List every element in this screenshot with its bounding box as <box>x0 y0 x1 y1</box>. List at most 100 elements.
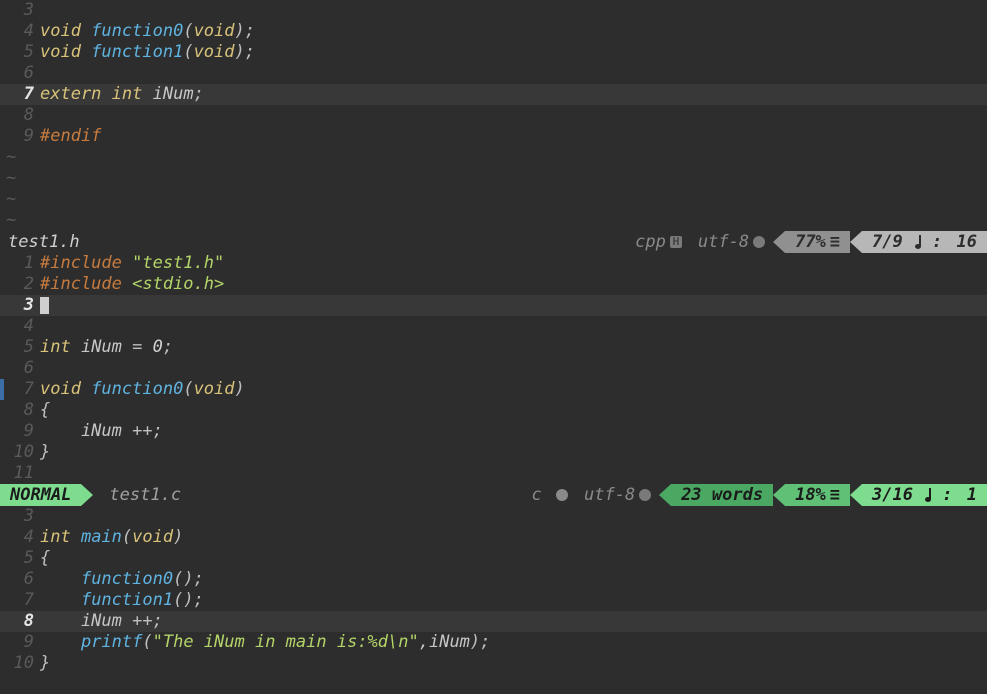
code-token: ++; <box>132 611 163 631</box>
code-line[interactable]: 7extern int iNum; <box>0 84 987 105</box>
code-content[interactable]: #include <stdio.h> <box>40 274 987 295</box>
code-line[interactable]: 8{ <box>0 400 987 421</box>
code-line[interactable]: 2#include <stdio.h> <box>0 274 987 295</box>
code-token: ( <box>183 379 193 399</box>
editor-pane-header[interactable]: 34void function0(void);5void function1(v… <box>0 0 987 147</box>
line-number: 6 <box>0 358 40 379</box>
code-line[interactable]: 8 iNum ++; <box>0 611 987 632</box>
code-token <box>40 569 81 589</box>
code-token: { <box>40 548 50 568</box>
code-content[interactable]: void function1(void); <box>40 42 987 63</box>
code-content[interactable]: void function0(void); <box>40 21 987 42</box>
code-line[interactable]: 8 <box>0 105 987 126</box>
separator-arrow-icon <box>773 484 785 506</box>
code-line[interactable]: 9 printf("The iNum in main is:%d\n",iNum… <box>0 632 987 653</box>
line-icon <box>925 488 936 502</box>
code-content[interactable]: int iNum = 0; <box>40 337 987 358</box>
code-line[interactable]: 9 iNum ++; <box>0 421 987 442</box>
code-content[interactable]: function1(); <box>40 590 987 611</box>
code-token: ) <box>173 527 183 547</box>
code-token: iNum <box>81 337 132 357</box>
line-position: 7/9 : 16 <box>862 231 987 253</box>
code-line[interactable]: 4int main(void) <box>0 527 987 548</box>
code-token: void <box>194 42 235 62</box>
line-number: 9 <box>0 126 40 147</box>
code-line[interactable]: 6 <box>0 358 987 379</box>
code-token: int <box>112 84 153 104</box>
line-number: 9 <box>0 421 40 442</box>
code-line[interactable]: 11 <box>0 463 987 484</box>
code-line[interactable]: 4 <box>0 316 987 337</box>
code-line[interactable]: 9#endif <box>0 126 987 147</box>
code-content[interactable] <box>40 105 987 126</box>
code-line[interactable]: 5void function1(void); <box>0 42 987 63</box>
code-token: ( <box>183 21 193 41</box>
encoding: utf-8 <box>576 484 659 506</box>
code-line[interactable]: 5int iNum = 0; <box>0 337 987 358</box>
percent-through-file: 18% <box>785 484 850 506</box>
separator-arrow-icon <box>773 231 785 253</box>
code-line[interactable]: 7 function1(); <box>0 590 987 611</box>
code-content[interactable] <box>40 463 987 484</box>
code-token: #include <box>40 274 132 294</box>
filetype: cppH <box>627 231 690 253</box>
line-number: 2 <box>0 274 40 295</box>
code-content[interactable]: void function0(void) <box>40 379 987 400</box>
empty-line-tilde: ~ <box>0 147 987 168</box>
code-line[interactable]: 1#include "test1.h" <box>0 253 987 274</box>
code-content[interactable]: printf("The iNum in main is:%d\n",iNum); <box>40 632 987 653</box>
code-token: ,iNum <box>419 632 470 652</box>
line-position: 3/16 : 1 <box>862 484 987 506</box>
encoding-dot-icon <box>753 236 765 248</box>
code-content[interactable]: iNum ++; <box>40 421 987 442</box>
code-content[interactable] <box>40 295 987 316</box>
code-content[interactable] <box>40 0 987 21</box>
code-content[interactable]: #include "test1.h" <box>40 253 987 274</box>
code-content[interactable] <box>40 506 987 527</box>
percent-through-file: 77% <box>785 231 850 253</box>
code-line[interactable]: 7void function0(void) <box>0 379 987 400</box>
editor-pane-active[interactable]: 1#include "test1.h"2#include <stdio.h>34… <box>0 253 987 484</box>
code-content[interactable]: extern int iNum; <box>40 84 987 105</box>
line-number: 8 <box>0 400 40 421</box>
code-content[interactable] <box>40 358 987 379</box>
line-number: 10 <box>0 653 40 674</box>
code-token: "test1.h" <box>132 253 224 273</box>
code-token: ); <box>235 42 255 62</box>
code-line[interactable]: 6 function0(); <box>0 569 987 590</box>
code-token: function1 <box>91 42 183 62</box>
code-token: #endif <box>40 126 101 146</box>
code-line[interactable]: 10} <box>0 442 987 463</box>
filetype-badge-icon: H <box>670 236 682 248</box>
code-line[interactable]: 3 <box>0 0 987 21</box>
line-number: 8 <box>0 105 40 126</box>
code-line[interactable]: 3 <box>0 295 987 316</box>
text-cursor <box>40 297 49 314</box>
filetype: c <box>524 484 577 506</box>
code-content[interactable]: } <box>40 442 987 463</box>
code-line[interactable]: 6 <box>0 63 987 84</box>
code-line[interactable]: 4void function0(void); <box>0 21 987 42</box>
line-number: 4 <box>0 21 40 42</box>
code-line[interactable]: 10} <box>0 653 987 674</box>
line-number: 7 <box>0 84 40 105</box>
code-token: "The iNum in main is:%d\n" <box>153 632 419 652</box>
code-content[interactable]: } <box>40 653 987 674</box>
code-line[interactable]: 5{ <box>0 548 987 569</box>
code-content[interactable]: function0(); <box>40 569 987 590</box>
code-content[interactable]: { <box>40 400 987 421</box>
code-content[interactable]: { <box>40 548 987 569</box>
line-number: 5 <box>0 337 40 358</box>
code-token: ; <box>194 84 204 104</box>
code-content[interactable]: int main(void) <box>40 527 987 548</box>
code-token: void <box>194 379 235 399</box>
code-content[interactable]: #endif <box>40 126 987 147</box>
code-content[interactable] <box>40 316 987 337</box>
code-line[interactable]: 3 <box>0 506 987 527</box>
code-token: extern <box>40 84 112 104</box>
code-content[interactable]: iNum ++; <box>40 611 987 632</box>
code-content[interactable] <box>40 63 987 84</box>
separator-arrow-icon <box>659 484 671 506</box>
editor-pane-bottom[interactable]: 34int main(void)5{6 function0();7 functi… <box>0 506 987 674</box>
code-token <box>40 632 81 652</box>
